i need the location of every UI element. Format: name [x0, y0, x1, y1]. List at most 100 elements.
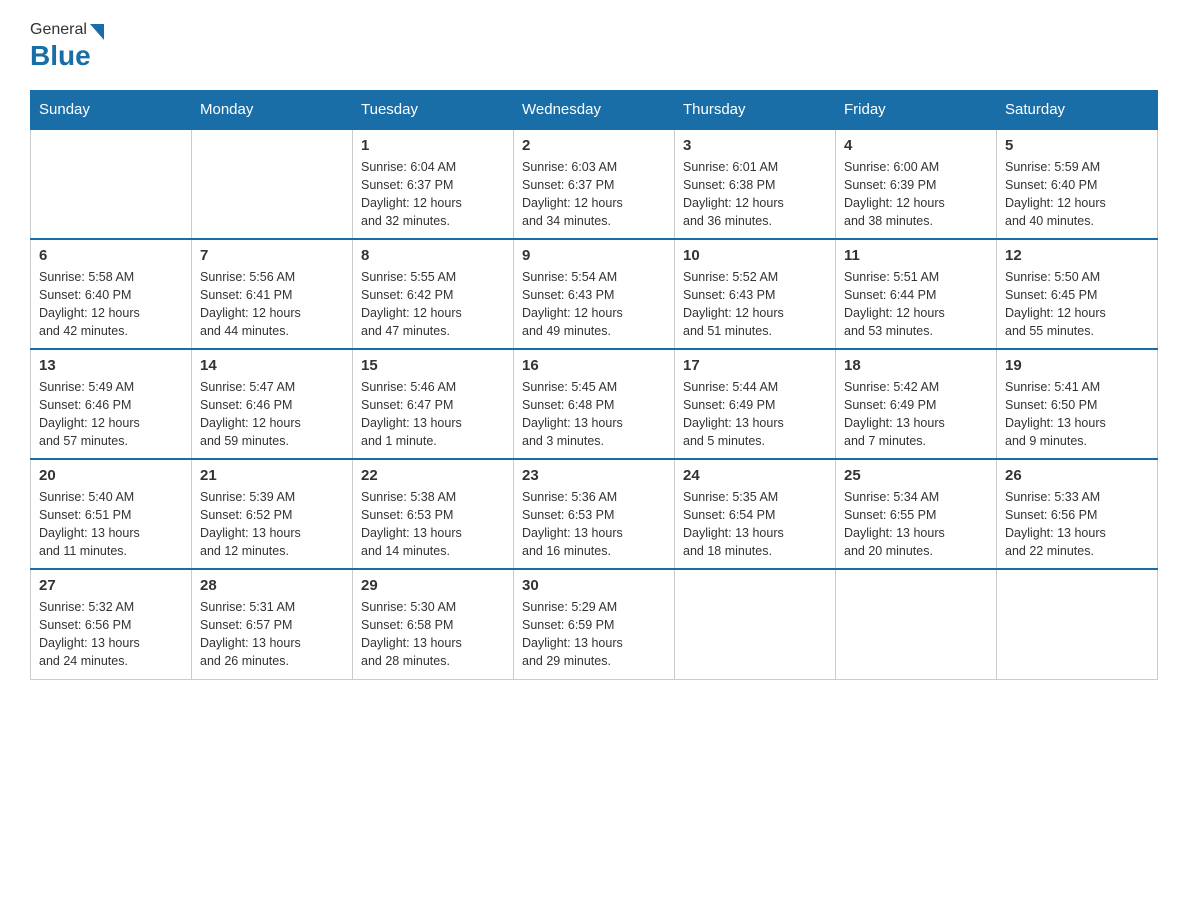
- day-number: 26: [1005, 467, 1149, 484]
- day-number: 7: [200, 247, 344, 264]
- day-number: 15: [361, 357, 505, 374]
- day-of-week-header: Wednesday: [514, 91, 675, 130]
- day-info: Sunrise: 5:32 AM Sunset: 6:56 PM Dayligh…: [39, 598, 183, 671]
- calendar-day-cell: 10 Sunrise: 5:52 AM Sunset: 6:43 PM Dayli…: [675, 239, 836, 349]
- calendar-day-cell: 29Sunrise: 5:30 AM Sunset: 6:58 PM Dayli…: [353, 569, 514, 679]
- calendar-day-cell: 20Sunrise: 5:40 AM Sunset: 6:51 PM Dayli…: [31, 459, 192, 569]
- day-info: Sunrise: 5:31 AM Sunset: 6:57 PM Dayligh…: [200, 598, 344, 671]
- day-info: Sunrise: 5:35 AM Sunset: 6:54 PM Dayligh…: [683, 488, 827, 561]
- day-info: Sunrise: 5:45 AM Sunset: 6:48 PM Dayligh…: [522, 378, 666, 451]
- day-number: 1: [361, 137, 505, 154]
- calendar-day-cell: 8 Sunrise: 5:55 AM Sunset: 6:42 PM Daylig…: [353, 239, 514, 349]
- day-info: Sunrise: 6:04 AM Sunset: 6:37 PM Dayligh…: [361, 158, 505, 231]
- calendar-day-cell: 26 Sunrise: 5:33 AM Sunset: 6:56 PM Dayli…: [997, 459, 1158, 569]
- day-number: 19: [1005, 357, 1149, 374]
- calendar-table: SundayMondayTuesdayWednesdayThursdayFrid…: [30, 90, 1158, 680]
- logo-arrow-icon: [90, 24, 104, 40]
- day-of-week-header: Thursday: [675, 91, 836, 130]
- day-info: Sunrise: 5:54 AM Sunset: 6:43 PM Dayligh…: [522, 268, 666, 341]
- day-info: Sunrise: 6:01 AM Sunset: 6:38 PM Dayligh…: [683, 158, 827, 231]
- logo-blue-text: Blue: [30, 40, 91, 72]
- calendar-day-cell: [31, 129, 192, 239]
- day-info: Sunrise: 5:49 AM Sunset: 6:46 PM Dayligh…: [39, 378, 183, 451]
- day-number: 28: [200, 577, 344, 594]
- day-number: 10: [683, 247, 827, 264]
- calendar-week-row: 27 Sunrise: 5:32 AM Sunset: 6:56 PM Dayli…: [31, 569, 1158, 679]
- calendar-week-row: 13 Sunrise: 5:49 AM Sunset: 6:46 PM Dayli…: [31, 349, 1158, 459]
- day-info: Sunrise: 5:38 AM Sunset: 6:53 PM Dayligh…: [361, 488, 505, 561]
- calendar-day-cell: 9 Sunrise: 5:54 AM Sunset: 6:43 PM Daylig…: [514, 239, 675, 349]
- day-number: 11: [844, 247, 988, 264]
- calendar-day-cell: 11 Sunrise: 5:51 AM Sunset: 6:44 PM Dayli…: [836, 239, 997, 349]
- calendar-day-cell: 16 Sunrise: 5:45 AM Sunset: 6:48 PM Dayli…: [514, 349, 675, 459]
- day-number: 16: [522, 357, 666, 374]
- calendar-day-cell: 24 Sunrise: 5:35 AM Sunset: 6:54 PM Dayli…: [675, 459, 836, 569]
- day-info: Sunrise: 6:03 AM Sunset: 6:37 PM Dayligh…: [522, 158, 666, 231]
- day-number: 5: [1005, 137, 1149, 154]
- day-info: Sunrise: 5:39 AM Sunset: 6:52 PM Dayligh…: [200, 488, 344, 561]
- day-info: Sunrise: 5:51 AM Sunset: 6:44 PM Dayligh…: [844, 268, 988, 341]
- day-number: 9: [522, 247, 666, 264]
- day-info: Sunrise: 5:58 AM Sunset: 6:40 PM Dayligh…: [39, 268, 183, 341]
- day-of-week-header: Sunday: [31, 91, 192, 130]
- day-info: Sunrise: 5:50 AM Sunset: 6:45 PM Dayligh…: [1005, 268, 1149, 341]
- day-number: 2: [522, 137, 666, 154]
- logo: General Blue: [30, 20, 104, 72]
- calendar-day-cell: [675, 569, 836, 679]
- calendar-day-cell: 12 Sunrise: 5:50 AM Sunset: 6:45 PM Dayli…: [997, 239, 1158, 349]
- calendar-day-cell: 22 Sunrise: 5:38 AM Sunset: 6:53 PM Dayli…: [353, 459, 514, 569]
- day-number: 21: [200, 467, 344, 484]
- calendar-day-cell: 4 Sunrise: 6:00 AM Sunset: 6:39 PM Daylig…: [836, 129, 997, 239]
- day-info: Sunrise: 5:30 AM Sunset: 6:58 PM Dayligh…: [361, 598, 505, 671]
- day-number: 12: [1005, 247, 1149, 264]
- day-info: Sunrise: 5:55 AM Sunset: 6:42 PM Dayligh…: [361, 268, 505, 341]
- day-number: 20: [39, 467, 183, 484]
- calendar-day-cell: 6Sunrise: 5:58 AM Sunset: 6:40 PM Daylig…: [31, 239, 192, 349]
- day-number: 4: [844, 137, 988, 154]
- calendar-day-cell: 23 Sunrise: 5:36 AM Sunset: 6:53 PM Dayli…: [514, 459, 675, 569]
- day-number: 18: [844, 357, 988, 374]
- day-number: 30: [522, 577, 666, 594]
- day-info: Sunrise: 5:34 AM Sunset: 6:55 PM Dayligh…: [844, 488, 988, 561]
- day-number: 25: [844, 467, 988, 484]
- calendar-body: 1 Sunrise: 6:04 AM Sunset: 6:37 PM Daylig…: [31, 129, 1158, 679]
- calendar-day-cell: [192, 129, 353, 239]
- day-info: Sunrise: 5:36 AM Sunset: 6:53 PM Dayligh…: [522, 488, 666, 561]
- day-info: Sunrise: 5:59 AM Sunset: 6:40 PM Dayligh…: [1005, 158, 1149, 231]
- calendar-day-cell: 3 Sunrise: 6:01 AM Sunset: 6:38 PM Daylig…: [675, 129, 836, 239]
- day-info: Sunrise: 5:33 AM Sunset: 6:56 PM Dayligh…: [1005, 488, 1149, 561]
- day-number: 27: [39, 577, 183, 594]
- calendar-day-cell: 27 Sunrise: 5:32 AM Sunset: 6:56 PM Dayli…: [31, 569, 192, 679]
- days-of-week-row: SundayMondayTuesdayWednesdayThursdayFrid…: [31, 91, 1158, 130]
- day-info: Sunrise: 5:46 AM Sunset: 6:47 PM Dayligh…: [361, 378, 505, 451]
- page-header: General Blue: [30, 20, 1158, 72]
- day-info: Sunrise: 5:52 AM Sunset: 6:43 PM Dayligh…: [683, 268, 827, 341]
- calendar-day-cell: 2 Sunrise: 6:03 AM Sunset: 6:37 PM Daylig…: [514, 129, 675, 239]
- day-number: 13: [39, 357, 183, 374]
- day-info: Sunrise: 5:56 AM Sunset: 6:41 PM Dayligh…: [200, 268, 344, 341]
- day-number: 24: [683, 467, 827, 484]
- day-info: Sunrise: 5:29 AM Sunset: 6:59 PM Dayligh…: [522, 598, 666, 671]
- calendar-week-row: 1 Sunrise: 6:04 AM Sunset: 6:37 PM Daylig…: [31, 129, 1158, 239]
- day-number: 23: [522, 467, 666, 484]
- calendar-day-cell: 19 Sunrise: 5:41 AM Sunset: 6:50 PM Dayli…: [997, 349, 1158, 459]
- day-info: Sunrise: 6:00 AM Sunset: 6:39 PM Dayligh…: [844, 158, 988, 231]
- day-info: Sunrise: 5:44 AM Sunset: 6:49 PM Dayligh…: [683, 378, 827, 451]
- calendar-day-cell: 15 Sunrise: 5:46 AM Sunset: 6:47 PM Dayli…: [353, 349, 514, 459]
- day-info: Sunrise: 5:42 AM Sunset: 6:49 PM Dayligh…: [844, 378, 988, 451]
- day-of-week-header: Friday: [836, 91, 997, 130]
- day-number: 3: [683, 137, 827, 154]
- calendar-day-cell: 28 Sunrise: 5:31 AM Sunset: 6:57 PM Dayli…: [192, 569, 353, 679]
- calendar-day-cell: 18 Sunrise: 5:42 AM Sunset: 6:49 PM Dayli…: [836, 349, 997, 459]
- calendar-day-cell: 14Sunrise: 5:47 AM Sunset: 6:46 PM Dayli…: [192, 349, 353, 459]
- day-number: 17: [683, 357, 827, 374]
- day-number: 22: [361, 467, 505, 484]
- calendar-week-row: 20Sunrise: 5:40 AM Sunset: 6:51 PM Dayli…: [31, 459, 1158, 569]
- day-number: 8: [361, 247, 505, 264]
- calendar-week-row: 6Sunrise: 5:58 AM Sunset: 6:40 PM Daylig…: [31, 239, 1158, 349]
- calendar-day-cell: 1 Sunrise: 6:04 AM Sunset: 6:37 PM Daylig…: [353, 129, 514, 239]
- day-info: Sunrise: 5:41 AM Sunset: 6:50 PM Dayligh…: [1005, 378, 1149, 451]
- day-of-week-header: Saturday: [997, 91, 1158, 130]
- calendar-day-cell: 13 Sunrise: 5:49 AM Sunset: 6:46 PM Dayli…: [31, 349, 192, 459]
- calendar-day-cell: 25 Sunrise: 5:34 AM Sunset: 6:55 PM Dayli…: [836, 459, 997, 569]
